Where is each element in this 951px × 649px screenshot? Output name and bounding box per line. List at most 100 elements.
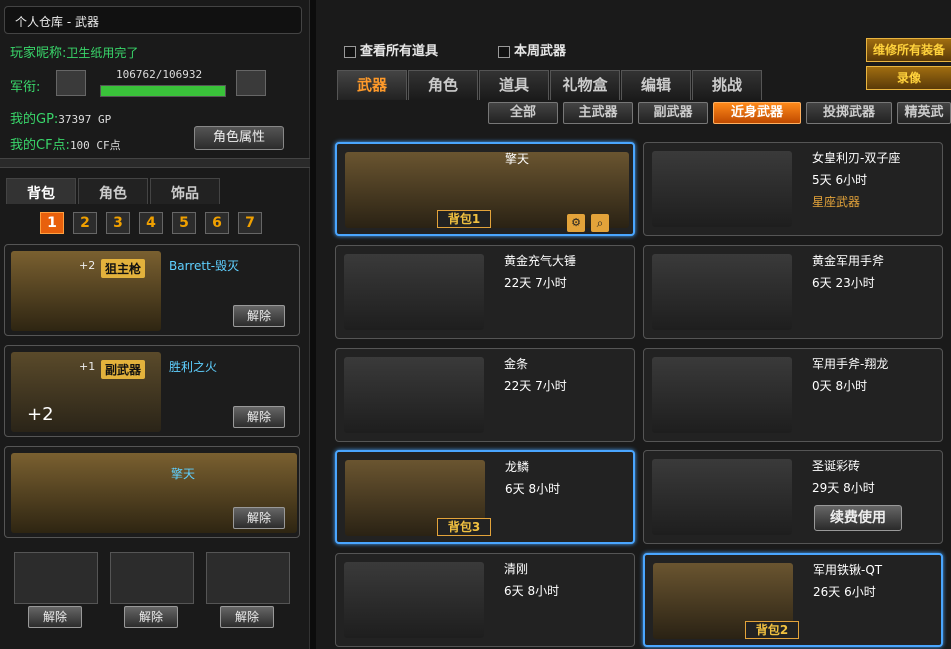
nick-value: 卫生纸用完了 — [66, 46, 139, 60]
item-image — [652, 151, 792, 227]
ammo-extra: +2 — [27, 404, 54, 425]
left-panel: 个人仓库 - 武器 玩家昵称:卫生纸用完了 军衔: 106762/106932 … — [0, 0, 310, 649]
gp-label: 我的GP: — [10, 112, 59, 127]
item-title: 清刚 — [504, 562, 529, 576]
item-title: 黄金充气大锤 — [504, 254, 577, 268]
warehouse-title: 个人仓库 - 武器 — [4, 6, 302, 34]
item-title: 擎天 — [505, 152, 530, 166]
xp-text: 106762/106932 — [116, 68, 203, 81]
item-title: 女皇利刃-双子座 — [812, 151, 901, 165]
record-button[interactable]: 录像 — [866, 66, 951, 90]
nick-row: 玩家昵称:卫生纸用完了 — [10, 42, 138, 61]
checkbox-icon — [498, 45, 510, 58]
next-rank-icon — [236, 70, 266, 96]
cf-value: 100 CF点 — [69, 139, 121, 152]
bag-badge: 背包3 — [437, 518, 491, 536]
item-title: 黄金军用手斧 — [812, 254, 885, 268]
filter-elite[interactable]: 精英武 — [897, 102, 951, 124]
unequip-button[interactable]: 解除 — [124, 606, 178, 628]
unequip-button[interactable]: 解除 — [233, 507, 285, 529]
item-card[interactable]: 擎天 背包1 ⚙ ⌕ — [335, 142, 635, 236]
search-icon[interactable]: ⌕ — [591, 214, 609, 232]
item-image — [652, 357, 792, 433]
category-badge: 副武器 — [101, 360, 146, 379]
bag-number-2[interactable]: 2 — [73, 212, 97, 234]
loadout-melee-slot[interactable]: 擎天 解除 — [4, 446, 300, 538]
gear-icon[interactable]: ⚙ — [567, 214, 585, 232]
unequip-button[interactable]: 解除 — [28, 606, 82, 628]
bag-number-6[interactable]: 6 — [205, 212, 229, 234]
item-card[interactable]: 圣诞彩砖 29天 8小时 续费使用 — [643, 450, 943, 544]
filter-primary[interactable]: 主武器 — [563, 102, 633, 124]
show-all-items-checkbox[interactable]: 查看所有道具 — [344, 40, 438, 59]
tab-accessory[interactable]: 饰品 — [150, 178, 220, 204]
item-time: 6天 23小时 — [812, 276, 875, 290]
bag-number-5[interactable]: 5 — [172, 212, 196, 234]
item-image — [652, 254, 792, 330]
item-time: 29天 8小时 — [812, 481, 875, 495]
tab-characters[interactable]: 角色 — [408, 70, 478, 100]
cf-row: 我的CF点:100 CF点 — [10, 134, 121, 153]
bag-number-3[interactable]: 3 — [106, 212, 130, 234]
tab-role[interactable]: 角色 — [78, 178, 148, 204]
item-title: 龙鳞 — [505, 460, 530, 474]
tab-giftbox[interactable]: 礼物盒 — [550, 70, 620, 100]
item-title: 圣诞彩砖 — [812, 459, 861, 473]
item-time: 5天 6小时 — [812, 173, 868, 187]
unequip-button[interactable]: 解除 — [220, 606, 274, 628]
weekly-weapons-checkbox[interactable]: 本周武器 — [498, 40, 566, 59]
renew-button[interactable]: 续费使用 — [814, 505, 902, 531]
item-title: 军用手斧-翔龙 — [812, 357, 889, 371]
gp-row: 我的GP:37397 GP — [10, 108, 111, 127]
item-card[interactable]: 女皇利刃-双子座 5天 6小时 星座武器 — [643, 142, 943, 236]
item-image — [344, 562, 484, 638]
bag-number-7[interactable]: 7 — [238, 212, 262, 234]
checkbox-icon — [344, 45, 356, 58]
item-time: 26天 6小时 — [813, 585, 876, 599]
filter-melee[interactable]: 近身武器 — [713, 102, 801, 124]
tab-items[interactable]: 道具 — [479, 70, 549, 100]
loadout-secondary-slot[interactable]: +1 副武器 胜利之火 +2 解除 — [4, 345, 300, 437]
item-card[interactable]: 黄金充气大锤 22天 7小时 — [335, 245, 635, 339]
item-card[interactable]: 金条 22天 7小时 — [335, 348, 635, 442]
cf-label: 我的CF点: — [10, 138, 70, 153]
grenade-slot[interactable] — [14, 552, 98, 604]
loadout-primary-slot[interactable]: +2 狙主枪 Barrett-毁灭 解除 — [4, 244, 300, 336]
item-card[interactable]: 清刚 6天 8小时 — [335, 553, 635, 647]
rank-label: 军衔: — [10, 80, 41, 95]
weekly-label: 本周武器 — [514, 44, 567, 59]
tab-weapons[interactable]: 武器 — [337, 70, 407, 100]
item-card[interactable]: 黄金军用手斧 6天 23小时 — [643, 245, 943, 339]
gp-value: 37397 GP — [58, 113, 112, 126]
weapon-name: 胜利之火 — [169, 360, 218, 374]
item-card[interactable]: 军用铁锹-QT 26天 6小时 背包2 — [643, 553, 943, 647]
item-card[interactable]: 军用手斧-翔龙 0天 8小时 — [643, 348, 943, 442]
unequip-button[interactable]: 解除 — [233, 406, 285, 428]
upgrade-level: +2 — [79, 259, 96, 272]
filter-all[interactable]: 全部 — [488, 102, 558, 124]
weapon-name: 擎天 — [171, 467, 196, 481]
item-card[interactable]: 龙鳞 6天 8小时 背包3 — [335, 450, 635, 544]
tab-challenge[interactable]: 挑战 — [692, 70, 762, 100]
repair-all-button[interactable]: 维修所有装备 — [866, 38, 951, 62]
tab-edit[interactable]: 编辑 — [621, 70, 691, 100]
role-attributes-button[interactable]: 角色属性 — [194, 126, 284, 150]
divider — [0, 158, 310, 168]
item-tag: 星座武器 — [812, 195, 861, 209]
unequip-button[interactable]: 解除 — [233, 305, 285, 327]
item-time: 6天 8小时 — [505, 482, 561, 496]
bag-number-1[interactable]: 1 — [40, 212, 64, 234]
item-title: 金条 — [504, 357, 529, 371]
tab-bag[interactable]: 背包 — [6, 178, 76, 204]
filter-secondary[interactable]: 副武器 — [638, 102, 708, 124]
item-time: 22天 7小时 — [504, 379, 567, 393]
item-slot-3[interactable] — [206, 552, 290, 604]
bag-number-4[interactable]: 4 — [139, 212, 163, 234]
item-time: 22天 7小时 — [504, 276, 567, 290]
weapon-name: Barrett-毁灭 — [169, 259, 240, 273]
filter-throwing[interactable]: 投掷武器 — [806, 102, 892, 124]
category-badge: 狙主枪 — [101, 259, 146, 278]
item-slot-2[interactable] — [110, 552, 194, 604]
item-time: 6天 8小时 — [504, 584, 560, 598]
xp-fill — [101, 86, 225, 96]
